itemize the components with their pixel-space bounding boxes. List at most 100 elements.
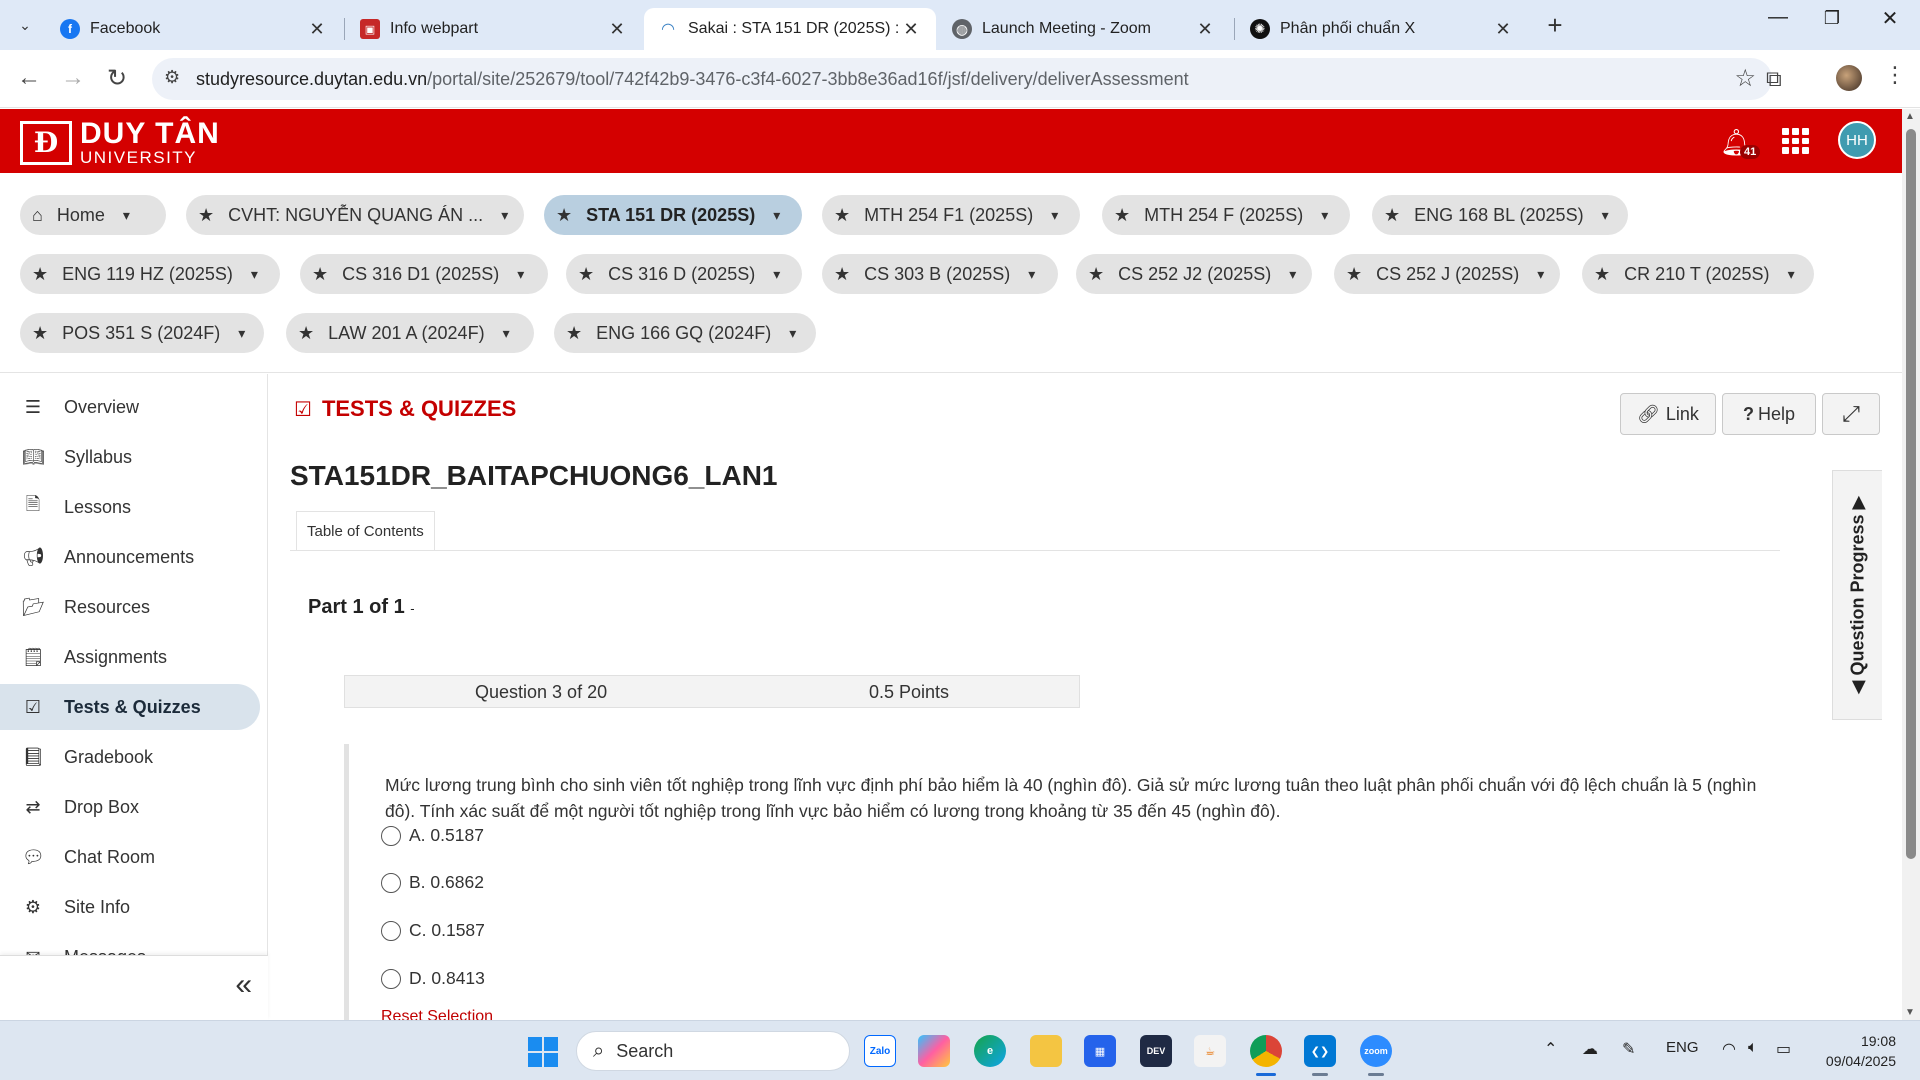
user-avatar[interactable]: HH <box>1838 121 1876 159</box>
reset-selection-link[interactable]: Reset Selection <box>381 1008 493 1020</box>
address-bar[interactable]: ⚙ studyresource.duytan.edu.vn/portal/sit… <box>152 58 1772 100</box>
chevron-down-icon[interactable]: ▾ <box>1788 266 1795 283</box>
vscode-icon[interactable]: ❮❯ <box>1304 1035 1336 1067</box>
fullscreen-button[interactable]: ⤢ <box>1822 393 1880 435</box>
chevron-down-icon[interactable]: ▾ <box>1051 207 1058 224</box>
copilot-icon[interactable] <box>918 1035 950 1067</box>
answer-option-b[interactable]: B. 0.6862 <box>381 872 484 893</box>
chevron-down-icon[interactable]: ▾ <box>238 325 245 342</box>
new-tab-button[interactable]: + <box>1540 10 1570 41</box>
wifi-icon[interactable]: ◠ <box>1722 1039 1736 1059</box>
apps-grid-icon[interactable] <box>1782 128 1810 154</box>
page-scrollbar[interactable]: ▲ ▼ <box>1902 109 1920 1020</box>
pen-icon[interactable]: ✎ <box>1622 1039 1635 1059</box>
nav-overview[interactable]: ☰ Overview <box>0 384 260 430</box>
close-tab-icon[interactable]: ✕ <box>1194 19 1216 40</box>
minimize-button[interactable]: — <box>1758 6 1798 29</box>
chevron-down-icon[interactable]: ▾ <box>501 207 508 224</box>
chevron-down-icon[interactable]: ▾ <box>773 207 780 224</box>
nav-drop-box[interactable]: ⇄ Drop Box <box>0 784 260 830</box>
browser-tab-info-webpart[interactable]: ▣ Info webpart ✕ <box>346 8 642 50</box>
taskbar-search[interactable]: ⌕ Search <box>576 1031 850 1071</box>
reload-button[interactable]: ↻ <box>102 64 132 93</box>
answer-option-d[interactable]: D. 0.8413 <box>381 968 485 989</box>
tab-search-chevron-icon[interactable]: ⌄ <box>8 8 42 42</box>
radio-button[interactable] <box>381 872 401 893</box>
url-text[interactable]: studyresource.duytan.edu.vn/portal/site/… <box>196 69 1189 90</box>
site-pill-pos351[interactable]: ★ POS 351 S (2024F) ▾ <box>20 313 264 353</box>
dev-c-icon[interactable]: DEV <box>1140 1035 1172 1067</box>
site-pill-eng168[interactable]: ★ ENG 168 BL (2025S) ▾ <box>1372 195 1628 235</box>
profile-avatar[interactable] <box>1836 65 1862 91</box>
site-pill-law201[interactable]: ★ LAW 201 A (2024F) ▾ <box>286 313 534 353</box>
nav-syllabus[interactable]: 📖︎ Syllabus <box>0 434 260 480</box>
radio-button[interactable] <box>381 920 401 941</box>
close-tab-icon[interactable]: ✕ <box>606 19 628 40</box>
file-explorer-icon[interactable] <box>1030 1035 1062 1067</box>
chevron-down-icon[interactable]: ▾ <box>123 207 130 224</box>
site-pill-cvht[interactable]: ★ CVHT: NGUYỄN QUANG ÁN ... ▾ <box>186 195 524 235</box>
site-pill-cs252j2[interactable]: ★ CS 252 J2 (2025S) ▾ <box>1076 254 1312 294</box>
clock[interactable]: 19:08 09/04/2025 <box>1812 1031 1896 1071</box>
volume-icon[interactable]: 🔈︎ <box>1748 1039 1758 1057</box>
chevron-down-icon[interactable]: ▾ <box>1321 207 1328 224</box>
answer-option-a[interactable]: A. 0.5187 <box>381 825 484 846</box>
site-settings-icon[interactable]: ⚙ <box>164 67 180 88</box>
close-window-button[interactable]: ✕ <box>1870 6 1910 31</box>
restore-button[interactable]: ❐ <box>1812 8 1852 29</box>
chevron-down-icon[interactable]: ▾ <box>1537 266 1544 283</box>
java-icon[interactable]: ☕︎ <box>1194 1035 1226 1067</box>
chevron-down-icon[interactable]: ▾ <box>1028 266 1035 283</box>
question-progress-toggle[interactable]: ◀ Question Progress ▶ <box>1832 470 1882 720</box>
browser-tab-zoom[interactable]: ◍ Launch Meeting - Zoom ✕ <box>938 8 1230 50</box>
site-pill-home[interactable]: ⌂ Home ▾ <box>20 195 166 235</box>
link-button[interactable]: 🔗︎ Link <box>1620 393 1716 435</box>
help-button[interactable]: ? Help <box>1722 393 1816 435</box>
extensions-icon[interactable]: ⧉ <box>1766 66 1782 92</box>
zalo-icon[interactable]: Zalo <box>864 1035 896 1067</box>
browser-tab-sakai[interactable]: ◠ Sakai : STA 151 DR (2025S) : Tes ✕ <box>644 8 936 50</box>
chevron-down-icon[interactable]: ▾ <box>1602 207 1609 224</box>
site-pill-mth254f1[interactable]: ★ MTH 254 F1 (2025S) ▾ <box>822 195 1080 235</box>
chevron-down-icon[interactable]: ▾ <box>789 325 796 342</box>
site-pill-cs252j[interactable]: ★ CS 252 J (2025S) ▾ <box>1334 254 1560 294</box>
duy-tan-logo[interactable]: Đ DUY TÂN UNIVERSITY <box>20 119 220 166</box>
battery-icon[interactable]: ▭ <box>1776 1039 1791 1059</box>
show-hidden-icons-chevron[interactable]: ⌃ <box>1544 1039 1557 1059</box>
close-tab-icon[interactable]: ✕ <box>900 19 922 40</box>
forward-button[interactable]: → <box>58 64 88 92</box>
site-pill-sta151[interactable]: ★ STA 151 DR (2025S) ▾ <box>544 195 802 235</box>
site-pill-cr210t[interactable]: ★ CR 210 T (2025S) ▾ <box>1582 254 1814 294</box>
nav-lessons[interactable]: 🗎 Lessons <box>0 484 260 530</box>
chevron-down-icon[interactable]: ▾ <box>503 325 510 342</box>
bookmark-star-icon[interactable]: ☆ <box>1734 64 1756 93</box>
nav-site-info[interactable]: ⚙ Site Info <box>0 884 260 930</box>
collapse-double-chevron-icon[interactable]: « <box>235 968 252 1002</box>
browser-menu-icon[interactable]: ⋮ <box>1884 62 1906 88</box>
site-pill-cs316d1[interactable]: ★ CS 316 D1 (2025S) ▾ <box>300 254 548 294</box>
site-pill-cs303b[interactable]: ★ CS 303 B (2025S) ▾ <box>822 254 1058 294</box>
site-pill-cs316d[interactable]: ★ CS 316 D (2025S) ▾ <box>566 254 802 294</box>
scroll-up-icon[interactable]: ▲ <box>1905 111 1915 122</box>
chevron-down-icon[interactable]: ▾ <box>517 266 524 283</box>
nav-tests-quizzes[interactable]: ☑ Tests & Quizzes <box>0 684 260 730</box>
back-button[interactable]: ← <box>14 64 44 92</box>
language-indicator[interactable]: ENG <box>1666 1039 1699 1056</box>
zoom-icon[interactable]: zoom <box>1360 1035 1392 1067</box>
site-pill-eng166[interactable]: ★ ENG 166 GQ (2024F) ▾ <box>554 313 816 353</box>
nav-assignments[interactable]: 🗒 Assignments <box>0 634 260 680</box>
windows-start-icon[interactable] <box>528 1037 558 1067</box>
scroll-down-icon[interactable]: ▼ <box>1905 1007 1915 1018</box>
store-icon[interactable]: ▦ <box>1084 1035 1116 1067</box>
nav-gradebook[interactable]: 📘︎ Gradebook <box>0 734 260 780</box>
nav-chat-room[interactable]: 💬︎ Chat Room <box>0 834 260 880</box>
chrome-icon[interactable] <box>1250 1035 1282 1067</box>
chevron-down-icon[interactable]: ▾ <box>251 266 258 283</box>
edge-icon[interactable]: e <box>974 1035 1006 1067</box>
scrollbar-thumb[interactable] <box>1906 129 1916 859</box>
browser-tab-facebook[interactable]: f Facebook ✕ <box>46 8 342 50</box>
site-pill-mth254f[interactable]: ★ MTH 254 F (2025S) ▾ <box>1102 195 1350 235</box>
table-of-contents-tab[interactable]: Table of Contents <box>296 511 435 551</box>
answer-option-c[interactable]: C. 0.1587 <box>381 920 485 941</box>
close-tab-icon[interactable]: ✕ <box>306 19 328 40</box>
